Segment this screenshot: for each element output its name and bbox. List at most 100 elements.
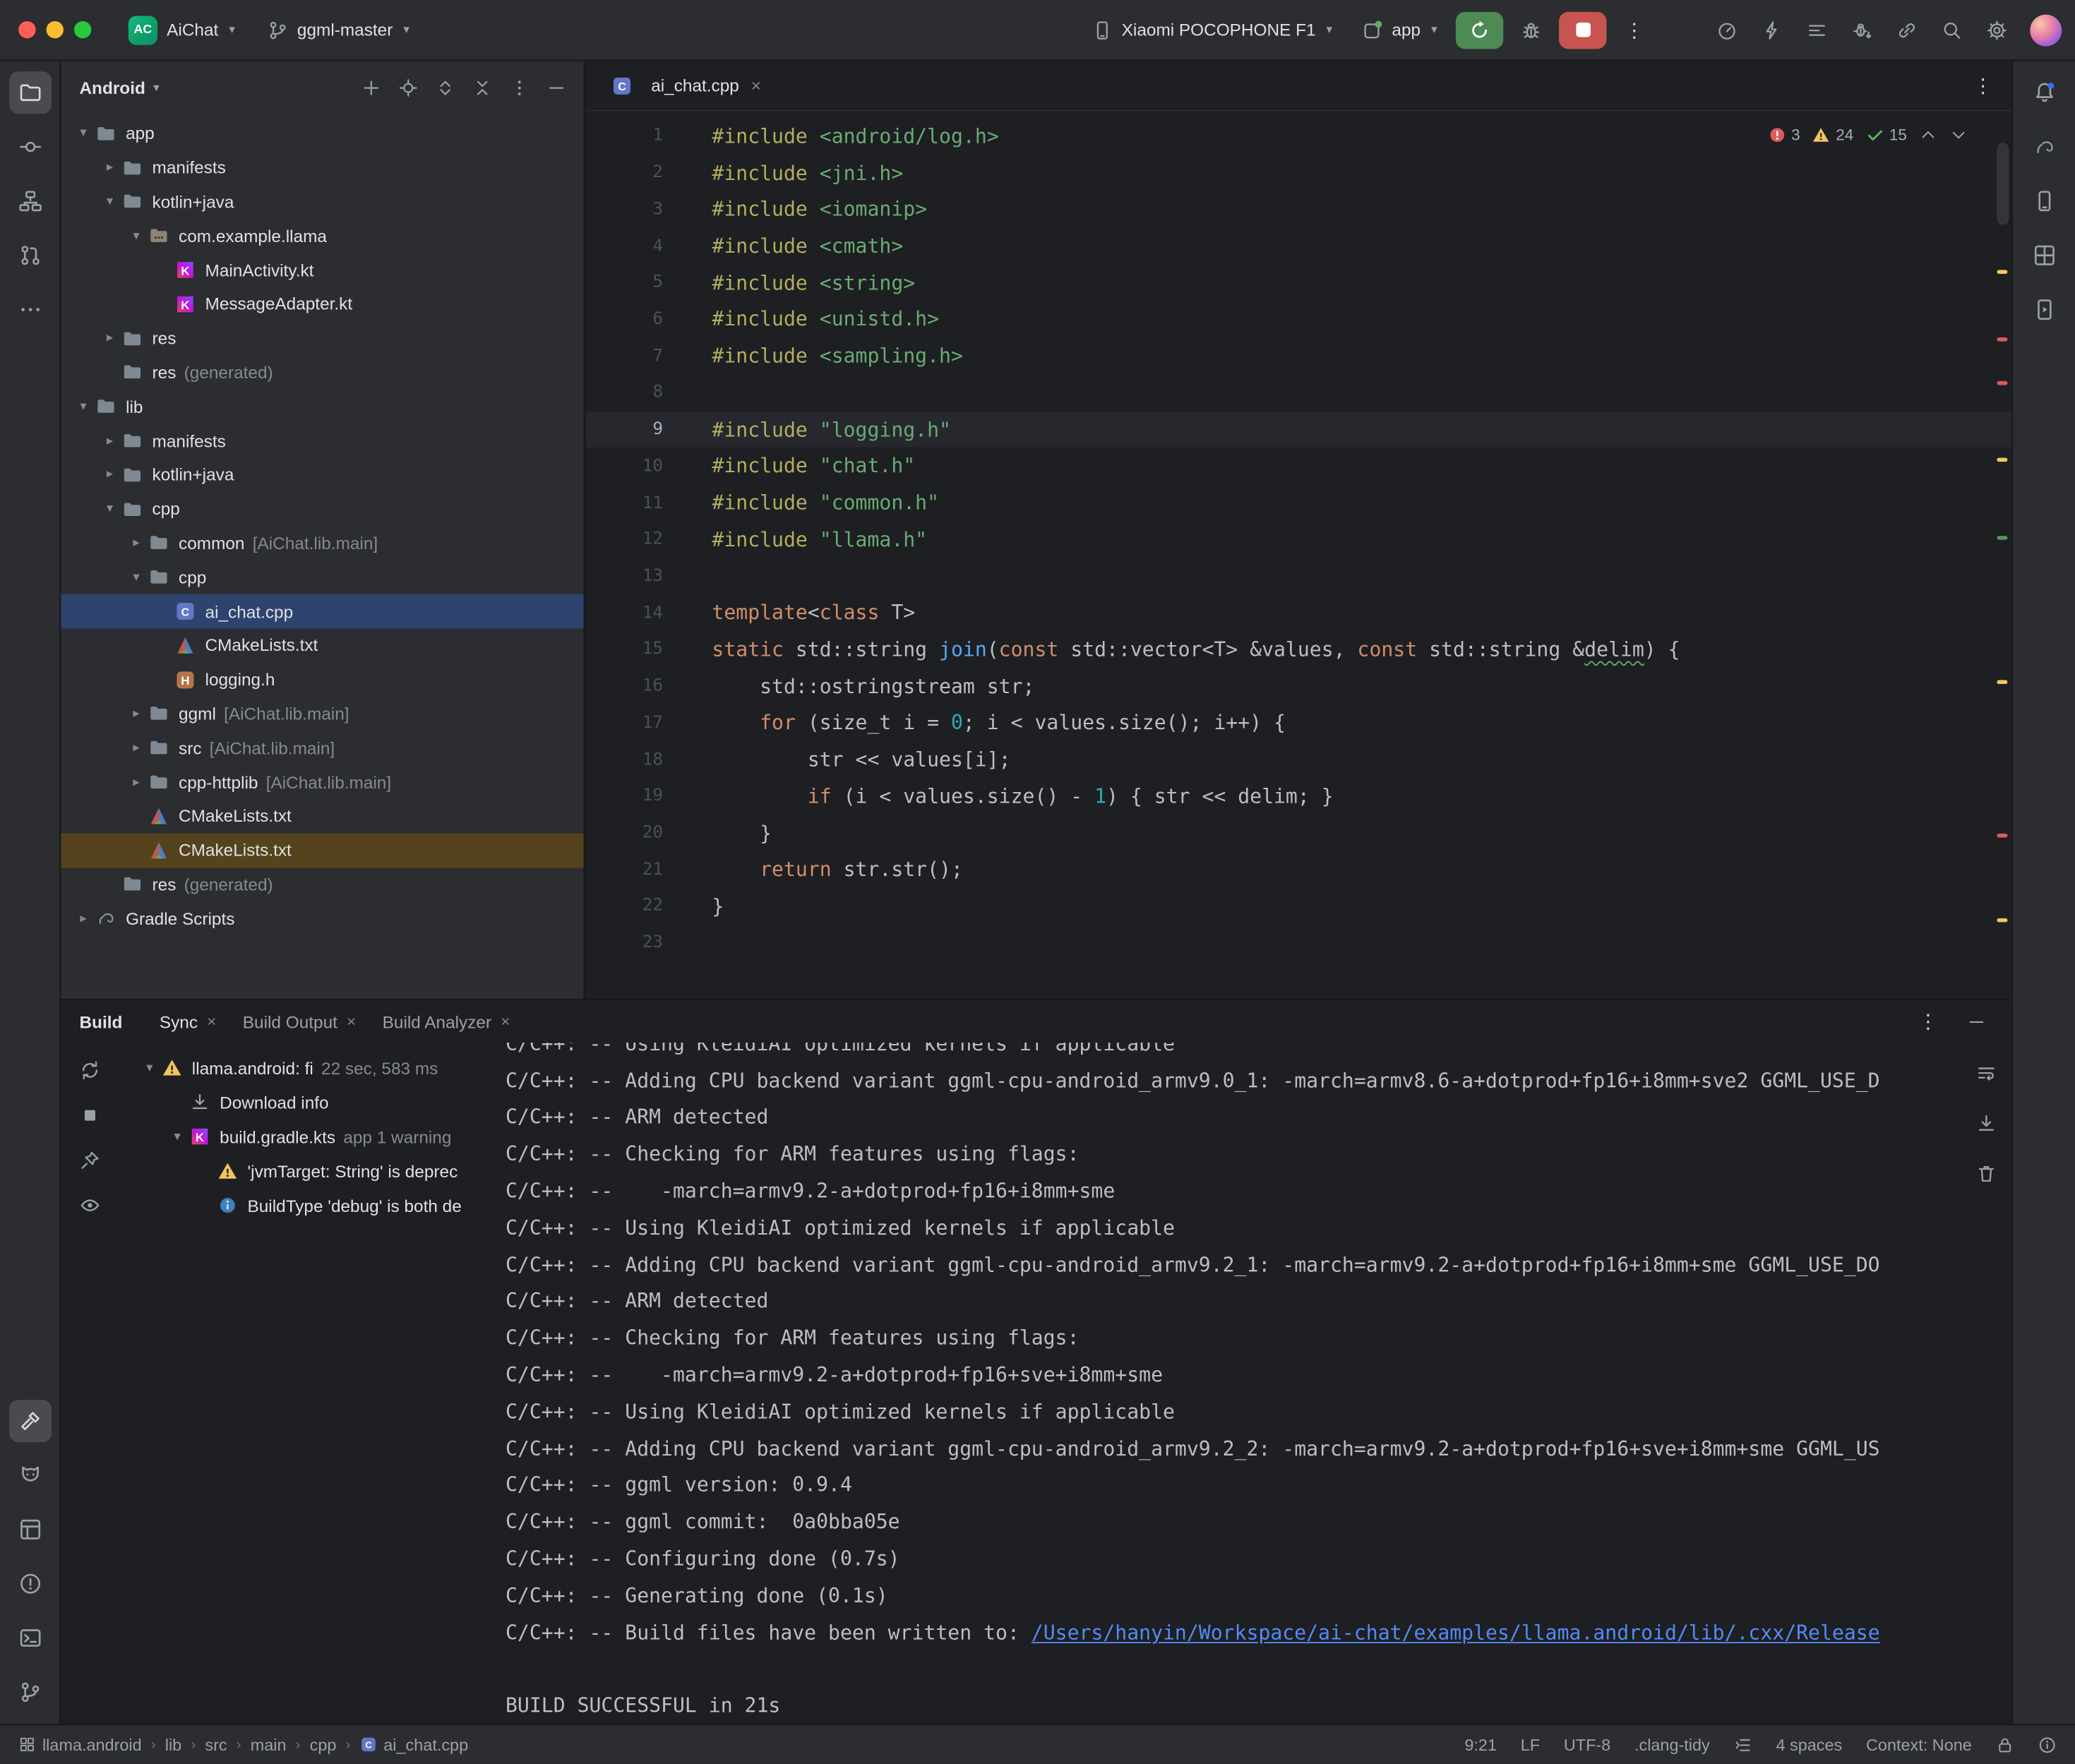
running-devices-icon[interactable] xyxy=(2023,289,2065,331)
stop-icon[interactable] xyxy=(73,1098,107,1133)
project-tree-item[interactable]: CMakeLists.txt xyxy=(61,628,583,662)
chevron-right-icon[interactable]: ▸ xyxy=(98,433,122,448)
breadcrumb-item[interactable]: main xyxy=(251,1735,287,1753)
code-line[interactable]: 14template<class T> xyxy=(586,594,2011,631)
logcat-icon[interactable] xyxy=(8,1454,51,1496)
project-tree-item[interactable]: ▾app xyxy=(61,116,583,150)
chevron-right-icon[interactable]: ▸ xyxy=(124,707,148,721)
close-tab-icon[interactable]: × xyxy=(751,76,761,95)
errors-indicator[interactable]: 3 xyxy=(1767,126,1800,144)
project-tree-item[interactable]: ▸ggml[AiChat.lib.main] xyxy=(61,697,583,731)
build-tab-build-output[interactable]: Build Output× xyxy=(232,1006,366,1036)
project-tree-item[interactable]: ▾kotlin+java xyxy=(61,185,583,219)
project-tree-item[interactable]: ▾com.example.llama xyxy=(61,219,583,253)
pin-icon[interactable] xyxy=(73,1143,107,1177)
project-tree-item[interactable]: res(generated) xyxy=(61,868,583,901)
stripe-mark[interactable] xyxy=(1997,337,2007,342)
code-line[interactable]: 16 std::ostringstream str; xyxy=(586,668,2011,704)
build-panel-options-button[interactable]: ⋮ xyxy=(1911,1004,1946,1039)
code-line[interactable]: 2#include <jni.h> xyxy=(586,155,2011,191)
apply-changes-icon[interactable] xyxy=(1752,11,1792,48)
code-line[interactable]: 10#include "chat.h" xyxy=(586,448,2011,484)
chevron-right-icon[interactable]: ▸ xyxy=(98,467,122,482)
close-tab-icon[interactable]: × xyxy=(207,1012,216,1031)
encoding-widget[interactable]: UTF-8 xyxy=(1564,1735,1610,1753)
chevron-right-icon[interactable]: ▸ xyxy=(71,911,95,926)
build-console[interactable]: C/C++: -- Using KleidiAI optimized kerne… xyxy=(498,1043,1961,1724)
build-panel-title[interactable]: Build xyxy=(79,1012,122,1031)
close-tab-icon[interactable]: × xyxy=(501,1012,510,1031)
code-line[interactable]: 7#include <sampling.h> xyxy=(586,338,2011,375)
project-widget[interactable]: AC AiChat ▾ xyxy=(118,8,246,51)
breadcrumb-item[interactable]: lib xyxy=(165,1735,181,1753)
chevron-right-icon[interactable]: ▸ xyxy=(124,536,148,551)
build-tree-item[interactable]: 'jvmTarget: String' is deprec xyxy=(119,1153,498,1188)
build-icon[interactable] xyxy=(8,1400,51,1442)
chevron-down-icon[interactable]: ▾ xyxy=(165,1129,189,1144)
build-variants-icon[interactable] xyxy=(1797,11,1836,48)
project-tree-item[interactable]: Hlogging.h xyxy=(61,663,583,697)
project-tree-item[interactable]: Cai_chat.cpp xyxy=(61,594,583,628)
tab-bar-options-button[interactable]: ⋮ xyxy=(1973,73,2011,97)
project-tree-item[interactable]: ▸Gradle Scripts xyxy=(61,901,583,935)
attach-debugger-icon[interactable] xyxy=(1842,11,1882,48)
code-line[interactable]: 12#include "llama.h" xyxy=(586,521,2011,558)
code-editor[interactable]: 1#include <android/log.h>2#include <jni.… xyxy=(586,111,2011,999)
stripe-mark[interactable] xyxy=(1997,536,2007,540)
next-problem-icon[interactable] xyxy=(1949,126,1968,144)
breadcrumb-item[interactable]: llama.android xyxy=(18,1735,141,1753)
caret-position-widget[interactable]: 9:21 xyxy=(1464,1735,1497,1753)
sync-icon[interactable] xyxy=(73,1053,107,1088)
commit-icon[interactable] xyxy=(8,126,51,168)
code-line[interactable]: 18 str << values[i]; xyxy=(586,741,2011,778)
breadcrumb-item[interactable]: src xyxy=(205,1735,227,1753)
notifications-icon[interactable] xyxy=(2023,71,2065,114)
gradle-icon[interactable] xyxy=(2023,126,2065,168)
project-tree-item[interactable]: KMainActivity.kt xyxy=(61,253,583,287)
editor-scrollbar[interactable] xyxy=(1993,111,2011,999)
resource-manager-icon[interactable] xyxy=(2023,234,2065,277)
code-line[interactable]: 13 xyxy=(586,558,2011,594)
breadcrumb-item[interactable]: Cai_chat.cpp xyxy=(360,1735,469,1753)
code-line[interactable]: 4#include <cmath> xyxy=(586,228,2011,265)
device-selector[interactable]: Xiaomi POCOPHONE F1 ▾ xyxy=(1081,13,1343,47)
more-h-icon[interactable] xyxy=(8,289,51,331)
build-tree-item[interactable]: ▾Kbuild.gradle.ktsapp 1 warning xyxy=(119,1120,498,1154)
chevron-right-icon[interactable]: ▸ xyxy=(98,331,122,346)
kebab-icon[interactable] xyxy=(501,70,536,104)
stripe-mark[interactable] xyxy=(1997,458,2007,462)
problems-icon[interactable] xyxy=(8,1563,51,1605)
code-line[interactable]: 3#include <iomanip> xyxy=(586,191,2011,228)
stripe-mark[interactable] xyxy=(1997,381,2007,385)
build-tree-item[interactable]: ▾llama.android: fi22 sec, 583 ms xyxy=(119,1050,498,1085)
build-output-link[interactable]: /Users/hanyin/Workspace/ai-chat/examples… xyxy=(1031,1620,1880,1644)
formatter-widget[interactable]: .clang-tidy xyxy=(1634,1735,1710,1753)
scroll-end-icon[interactable] xyxy=(1969,1106,2004,1141)
project-tree-item[interactable]: ▾lib xyxy=(61,390,583,424)
user-avatar[interactable] xyxy=(2030,14,2062,46)
pull-requests-icon[interactable] xyxy=(8,234,51,277)
chevron-down-icon[interactable]: ▾ xyxy=(71,400,95,414)
project-tree-item[interactable]: ▾cpp xyxy=(61,492,583,526)
build-tree-item[interactable]: Download info xyxy=(119,1085,498,1120)
scrollbar-thumb[interactable] xyxy=(1997,143,2009,224)
close-tab-icon[interactable]: × xyxy=(347,1012,356,1031)
project-tree-item[interactable]: ▸manifests xyxy=(61,424,583,457)
indent-widget[interactable]: 4 spaces xyxy=(1776,1735,1842,1753)
build-tree-item[interactable]: BuildType 'debug' is both de xyxy=(119,1188,498,1223)
chevron-right-icon[interactable]: ▸ xyxy=(124,775,148,790)
code-line[interactable]: 6#include <unistd.h> xyxy=(586,301,2011,338)
run-button[interactable] xyxy=(1456,11,1503,48)
stripe-mark[interactable] xyxy=(1997,918,2007,923)
editor-tab[interactable]: C ai_chat.cpp × xyxy=(597,61,775,109)
hide-build-panel-button[interactable] xyxy=(1959,1004,1993,1039)
lock-icon[interactable] xyxy=(1996,1735,2014,1753)
close-window-button[interactable] xyxy=(18,21,35,38)
context-widget[interactable]: Context: None xyxy=(1866,1735,1972,1753)
code-style-icon[interactable] xyxy=(1734,1735,1752,1753)
structure-icon[interactable] xyxy=(8,180,51,222)
code-line[interactable]: 9#include "logging.h" xyxy=(586,411,2011,448)
app-inspection-icon[interactable] xyxy=(8,1508,51,1551)
stripe-mark[interactable] xyxy=(1997,834,2007,838)
project-view-selector[interactable]: Android xyxy=(79,78,145,97)
